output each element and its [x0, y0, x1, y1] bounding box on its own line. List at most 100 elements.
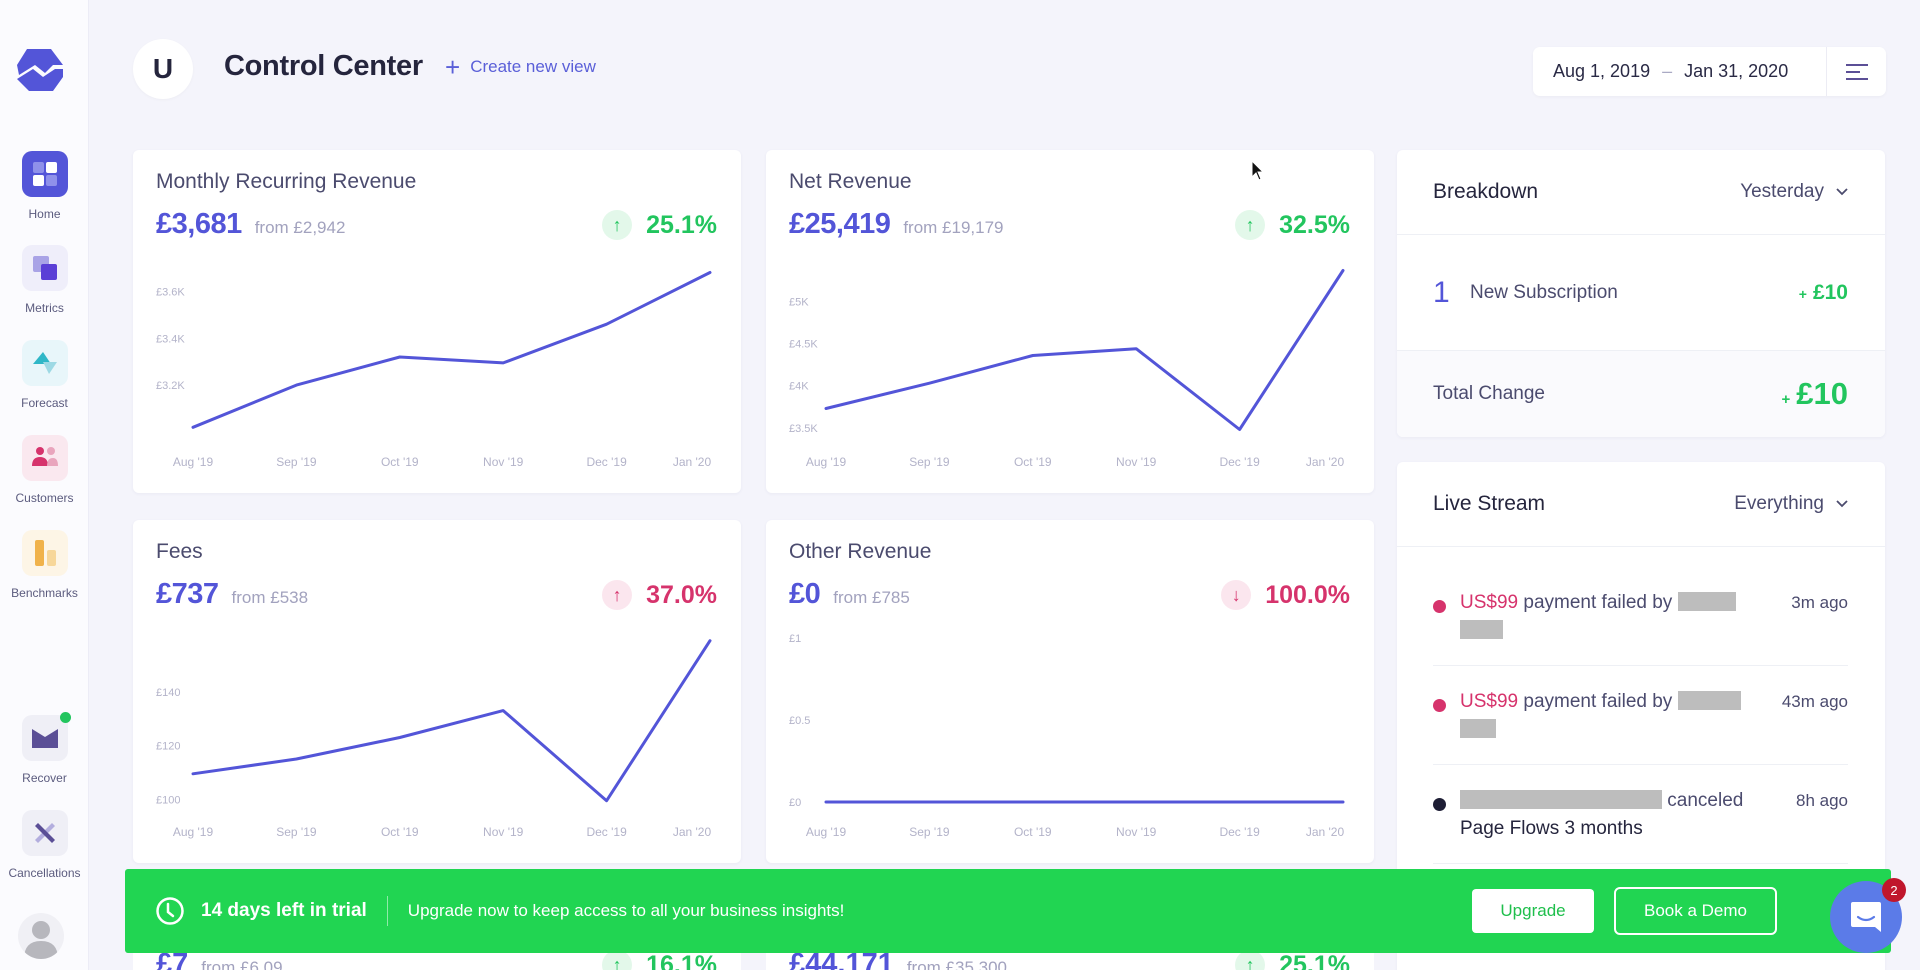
x-tick-label: Jan '20 [1306, 825, 1345, 839]
metric-card-fees[interactable]: Fees £737 from £538 ↑ 37.0% £100£120£140… [133, 520, 741, 863]
x-tick-label: Oct '19 [1014, 455, 1052, 469]
create-new-view-button[interactable]: + Create new view [445, 57, 596, 77]
page-title: Control Center [224, 50, 423, 83]
redacted-name [1678, 691, 1741, 710]
breakdown-label: New Subscription [1470, 282, 1799, 304]
live-stream-item[interactable]: US$99 payment failed by 3m ago [1433, 577, 1848, 666]
clock-icon [155, 896, 185, 926]
x-tick-label: Aug '19 [173, 825, 214, 839]
notification-dot [60, 712, 71, 723]
event-time: 3m ago [1758, 589, 1848, 665]
redacted-name [1460, 620, 1503, 639]
x-tick-label: Nov '19 [1116, 455, 1157, 469]
chat-unread-badge: 2 [1882, 878, 1906, 902]
event-amount: US$99 [1460, 592, 1518, 613]
sidebar-item-label: Metrics [0, 301, 89, 315]
y-tick-label: £3.4K [156, 333, 185, 345]
y-tick-label: £100 [156, 794, 180, 806]
x-tick-label: Nov '19 [483, 825, 524, 839]
event-time: 8h ago [1758, 787, 1848, 863]
account-avatar[interactable]: U [133, 39, 193, 99]
trial-days-left: 14 days left in trial [201, 900, 367, 922]
live-stream-item[interactable]: canceled Page Flows 3 months 8h ago [1433, 765, 1848, 864]
y-tick-label: £3.6K [156, 286, 185, 298]
book-demo-button[interactable]: Book a Demo [1614, 887, 1777, 935]
plus-sign: + [1782, 391, 1791, 408]
breakdown-amount: £10 [1813, 281, 1848, 304]
sidebar-item-metrics[interactable]: Metrics [0, 245, 89, 315]
live-stream-filter-select[interactable]: Everything [1734, 493, 1848, 515]
live-stream-item[interactable]: US$99 payment failed by 43m ago [1433, 666, 1848, 765]
y-tick-label: £1 [789, 633, 801, 645]
breakdown-period-value: Yesterday [1740, 181, 1824, 203]
breakdown-title: Breakdown [1433, 180, 1538, 204]
sidebar-item-label: Benchmarks [0, 586, 89, 600]
total-change-label: Total Change [1433, 383, 1782, 405]
y-tick-label: £0 [789, 797, 801, 809]
sidebar-item-label: Customers [0, 491, 89, 505]
live-stream-filter-value: Everything [1734, 493, 1824, 515]
cancellations-icon [22, 810, 68, 856]
sidebar-item-cancellations[interactable]: Cancellations [0, 810, 89, 880]
date-separator: – [1662, 61, 1672, 82]
event-text: canceled [1667, 790, 1743, 811]
x-tick-label: Jan '20 [673, 825, 712, 839]
mail-icon [22, 715, 68, 761]
x-tick-label: Oct '19 [381, 455, 419, 469]
date-range-button[interactable]: Aug 1, 2019 – Jan 31, 2020 [1533, 61, 1826, 82]
x-tick-label: Nov '19 [1116, 825, 1157, 839]
upgrade-button[interactable]: Upgrade [1472, 889, 1594, 933]
sidebar-item-benchmarks[interactable]: Benchmarks [0, 530, 89, 600]
breakdown-period-select[interactable]: Yesterday [1740, 181, 1848, 203]
y-tick-label: £4K [789, 381, 809, 393]
x-tick-label: Aug '19 [173, 455, 214, 469]
sidebar-item-label: Recover [0, 771, 89, 785]
y-tick-label: £0.5 [789, 715, 810, 727]
series-line [193, 641, 710, 801]
sidebar-item-label: Forecast [0, 396, 89, 410]
metric-card-net-revenue[interactable]: Net Revenue £25,419 from £19,179 ↑ 32.5%… [766, 150, 1374, 493]
sidebar: Home Metrics Forecast C [0, 0, 89, 970]
redacted-name [1460, 719, 1496, 738]
user-avatar[interactable] [18, 913, 64, 959]
sidebar-item-customers[interactable]: Customers [0, 435, 89, 505]
y-tick-label: £3.2K [156, 380, 185, 392]
breakdown-count: 1 [1433, 276, 1470, 310]
y-tick-label: £120 [156, 741, 180, 753]
arrow-up-icon: ↑ [602, 950, 632, 970]
metric-card-mrr[interactable]: Monthly Recurring Revenue £3,681 from £2… [133, 150, 741, 493]
chat-icon [1849, 900, 1883, 934]
x-tick-label: Sep '19 [276, 455, 317, 469]
sidebar-item-home[interactable]: Home [0, 151, 89, 221]
live-stream-title: Live Stream [1433, 492, 1545, 516]
status-dot [1433, 798, 1446, 811]
status-dot [1433, 699, 1446, 712]
baremetrics-logo-icon[interactable] [15, 47, 65, 93]
metric-change: 16.1% [646, 951, 717, 970]
x-tick-label: Oct '19 [1014, 825, 1052, 839]
metric-change: 25.1% [1279, 951, 1350, 970]
event-text: payment failed by [1523, 592, 1672, 613]
create-new-view-label: Create new view [470, 57, 596, 77]
sidebar-item-forecast[interactable]: Forecast [0, 340, 89, 410]
status-dot [1433, 600, 1446, 613]
trial-banner: 14 days left in trial Upgrade now to kee… [125, 869, 1891, 953]
line-chart: £3.2K£3.4K£3.6KAug '19Sep '19Oct '19Nov … [133, 150, 741, 493]
chevron-down-icon [1836, 500, 1848, 508]
chevron-down-icon [1836, 188, 1848, 196]
metric-card-other-revenue[interactable]: Other Revenue £0 from £785 ↓ 100.0% £0£0… [766, 520, 1374, 863]
forecast-icon [22, 340, 68, 386]
filter-menu-button[interactable] [1826, 47, 1886, 96]
series-line [826, 271, 1343, 430]
x-tick-label: Aug '19 [806, 455, 847, 469]
breakdown-panel: Breakdown Yesterday 1 New Subscription +… [1397, 150, 1885, 437]
y-tick-label: £3.5K [789, 423, 818, 435]
sidebar-item-recover[interactable]: Recover [0, 715, 89, 785]
line-chart: £0£0.5£1Aug '19Sep '19Oct '19Nov '19Dec … [766, 520, 1374, 863]
x-tick-label: Oct '19 [381, 825, 419, 839]
redacted-name [1460, 790, 1662, 809]
y-tick-label: £5K [789, 297, 809, 309]
y-tick-label: £4.5K [789, 339, 818, 351]
breakdown-row[interactable]: 1 New Subscription +£10 [1397, 235, 1885, 351]
x-tick-label: Sep '19 [909, 455, 950, 469]
